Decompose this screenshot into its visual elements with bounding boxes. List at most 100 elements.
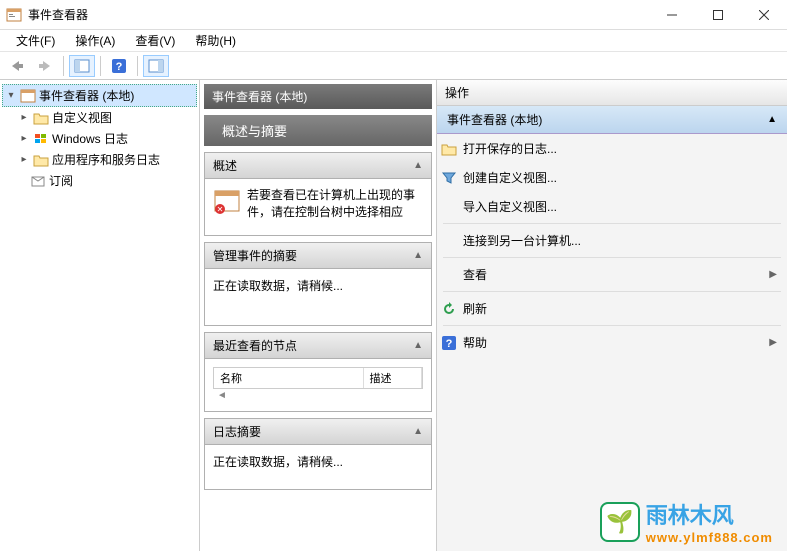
svg-text:?: ? xyxy=(446,338,453,350)
close-button[interactable] xyxy=(741,0,787,30)
toolbar-separator xyxy=(137,56,138,76)
action-label: 打开保存的日志... xyxy=(463,140,557,157)
action-help[interactable]: ? 帮助 ▶ xyxy=(437,328,787,357)
filter-icon xyxy=(441,170,457,186)
collapse-icon[interactable]: ▲ xyxy=(413,426,423,437)
collapse-icon[interactable]: ▾ xyxy=(5,90,17,101)
refresh-icon xyxy=(441,301,457,317)
chevron-right-icon: ▶ xyxy=(769,337,777,348)
action-label: 刷新 xyxy=(463,300,487,317)
show-hide-tree-button[interactable] xyxy=(69,55,95,77)
watermark-text: 雨林木风 xyxy=(646,498,773,530)
tree-item-label: 应用程序和服务日志 xyxy=(52,151,160,168)
subscription-icon xyxy=(30,173,46,189)
action-label: 帮助 xyxy=(463,334,487,351)
overview-title: 概述 xyxy=(213,157,237,174)
action-create-view[interactable]: 创建自定义视图... xyxy=(437,163,787,192)
actions-header: 操作 xyxy=(437,80,787,106)
separator xyxy=(443,291,781,292)
maximize-button[interactable] xyxy=(695,0,741,30)
tree-item-label: 订阅 xyxy=(49,172,73,189)
tree-root[interactable]: ▾ 事件查看器 (本地) xyxy=(2,84,197,107)
col-desc[interactable]: 描述 xyxy=(364,368,423,388)
separator xyxy=(443,325,781,326)
action-label: 连接到另一台计算机... xyxy=(463,232,581,249)
help-button[interactable]: ? xyxy=(106,55,132,77)
windows-logs-icon xyxy=(33,131,49,147)
overview-text: 若要查看已在计算机上出现的事件，请在控制台树中选择相应 xyxy=(247,187,423,221)
action-view[interactable]: 查看 ▶ xyxy=(437,260,787,289)
action-label: 导入自定义视图... xyxy=(463,198,557,215)
watermark: 🌱 雨林木风 www.ylmf888.com xyxy=(600,498,773,545)
window-title: 事件查看器 xyxy=(28,6,649,23)
main-columns: ▾ 事件查看器 (本地) ▸ 自定义视图 ▸ Windows 日志 ▸ 应用程序… xyxy=(0,80,787,551)
collapse-icon[interactable]: ▲ xyxy=(413,250,423,261)
open-folder-icon xyxy=(441,141,457,157)
action-pane: 操作 事件查看器 (本地) ▲ 打开保存的日志... 创建自定义视图... 导入… xyxy=(437,80,787,551)
col-name[interactable]: 名称 xyxy=(214,368,364,388)
collapse-icon[interactable]: ▲ xyxy=(413,160,423,171)
minimize-button[interactable] xyxy=(649,0,695,30)
tree-item-label: 自定义视图 xyxy=(52,109,112,126)
recent-scroll[interactable]: ◄ xyxy=(213,389,423,403)
menu-view[interactable]: 查看(V) xyxy=(125,30,185,51)
actions-group-header[interactable]: 事件查看器 (本地) ▲ xyxy=(437,106,787,134)
tree-item-label: Windows 日志 xyxy=(52,130,128,147)
titlebar: 事件查看器 xyxy=(0,0,787,30)
action-import-view[interactable]: 导入自定义视图... xyxy=(437,192,787,221)
folder-icon xyxy=(33,152,49,168)
watermark-logo-icon: 🌱 xyxy=(600,502,640,542)
action-label: 创建自定义视图... xyxy=(463,169,557,186)
collapse-icon[interactable]: ▲ xyxy=(413,340,423,351)
log-text: 正在读取数据，请稍候... xyxy=(213,453,343,470)
summary-text: 正在读取数据，请稍候... xyxy=(213,277,343,294)
tree-pane: ▾ 事件查看器 (本地) ▸ 自定义视图 ▸ Windows 日志 ▸ 应用程序… xyxy=(0,80,200,551)
action-refresh[interactable]: 刷新 xyxy=(437,294,787,323)
menu-file[interactable]: 文件(F) xyxy=(6,30,65,51)
app-icon xyxy=(6,7,22,23)
chevron-right-icon: ▶ xyxy=(769,269,777,280)
separator xyxy=(443,223,781,224)
expand-icon[interactable]: ▸ xyxy=(18,154,30,165)
blank-icon xyxy=(441,199,457,215)
action-connect[interactable]: 连接到另一台计算机... xyxy=(437,226,787,255)
collapse-icon[interactable]: ▲ xyxy=(767,114,777,125)
center-pane: 事件查看器 (本地) 概述与摘要 概述▲ ✕ 若要查看已在计算机上出现的事件，请… xyxy=(200,80,437,551)
svg-text:?: ? xyxy=(116,61,123,73)
show-hide-action-button[interactable] xyxy=(143,55,169,77)
expand-icon[interactable]: ▸ xyxy=(18,112,30,123)
eventviewer-icon xyxy=(20,88,36,104)
expand-icon[interactable]: ▸ xyxy=(18,133,30,144)
toolbar-separator xyxy=(63,56,64,76)
log-title: 日志摘要 xyxy=(213,423,261,440)
tree-item-apps[interactable]: ▸ 应用程序和服务日志 xyxy=(2,149,197,170)
toolbar-separator xyxy=(100,56,101,76)
menu-action[interactable]: 操作(A) xyxy=(65,30,125,51)
folder-icon xyxy=(33,110,49,126)
menu-help[interactable]: 帮助(H) xyxy=(185,30,246,51)
section-recent: 最近查看的节点 ▲ 名称 描述 ◄ xyxy=(204,332,432,412)
tree-item-windows[interactable]: ▸ Windows 日志 xyxy=(2,128,197,149)
action-label: 查看 xyxy=(463,266,487,283)
section-log: 日志摘要 ▲ 正在读取数据，请稍候... xyxy=(204,418,432,490)
actions-group-label: 事件查看器 (本地) xyxy=(447,111,542,128)
tree-item-subscriptions[interactable]: 订阅 xyxy=(2,170,197,191)
summary-title: 管理事件的摘要 xyxy=(213,247,297,264)
blank-icon xyxy=(441,267,457,283)
section-summary: 管理事件的摘要 ▲ 正在读取数据，请稍候... xyxy=(204,242,432,326)
recent-columns[interactable]: 名称 描述 xyxy=(213,367,423,389)
center-title: 事件查看器 (本地) xyxy=(204,84,432,109)
help-icon: ? xyxy=(441,335,457,351)
action-open-saved-log[interactable]: 打开保存的日志... xyxy=(437,134,787,163)
back-button[interactable] xyxy=(4,55,30,77)
recent-title: 最近查看的节点 xyxy=(213,337,297,354)
separator xyxy=(443,257,781,258)
blank-icon xyxy=(441,233,457,249)
overview-icon: ✕ xyxy=(213,187,241,215)
menubar: 文件(F) 操作(A) 查看(V) 帮助(H) xyxy=(0,30,787,52)
tree-item-custom[interactable]: ▸ 自定义视图 xyxy=(2,107,197,128)
section-overview: 概述 ▲ ✕ 若要查看已在计算机上出现的事件，请在控制台树中选择相应 xyxy=(204,152,432,236)
toolbar: ? xyxy=(0,52,787,80)
watermark-url: www.ylmf888.com xyxy=(646,530,773,545)
forward-button[interactable] xyxy=(32,55,58,77)
